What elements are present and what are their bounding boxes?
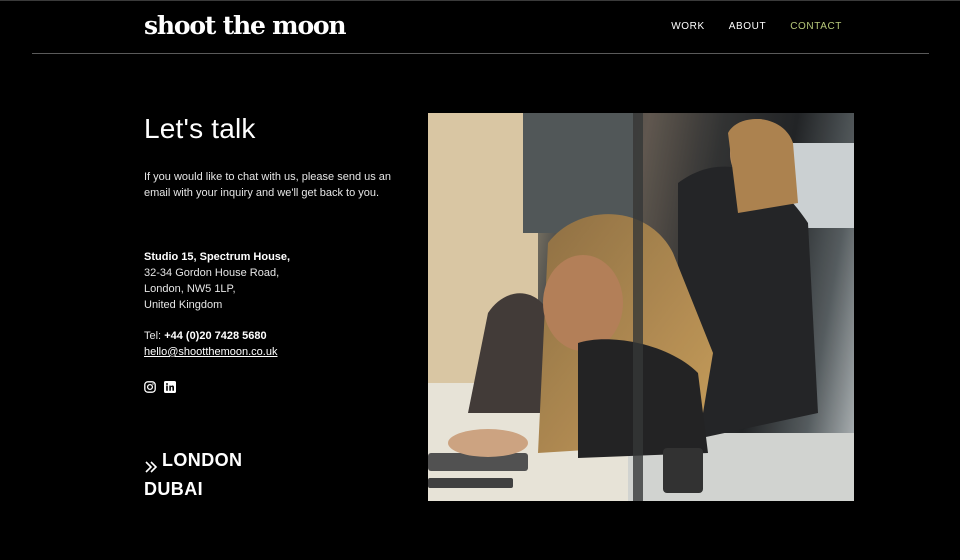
logo[interactable]: shoot the moon <box>144 11 347 40</box>
location-london[interactable]: LONDON <box>144 446 242 475</box>
nav-work[interactable]: WORK <box>671 21 705 32</box>
location-label: DUBAI <box>144 479 203 499</box>
location-dubai[interactable]: DUBAI <box>144 475 242 504</box>
nav-contact[interactable]: CONTACT <box>790 21 842 32</box>
address-line: Studio 15, Spectrum House, <box>144 251 291 263</box>
phone-number[interactable]: +44 (0)20 7428 5680 <box>164 330 266 342</box>
nav-about[interactable]: ABOUT <box>729 21 766 32</box>
double-chevron-right-icon <box>144 454 158 473</box>
phone-label: Tel: <box>144 330 162 342</box>
location-label: LONDON <box>162 450 243 470</box>
social-links <box>144 380 176 393</box>
address-block: Studio 15, Spectrum House, 32-34 Gordon … <box>144 249 290 313</box>
address-line: 32-34 Gordon House Road, <box>144 267 280 279</box>
locations-list: LONDON DUBAI <box>144 446 242 504</box>
contact-info: Let's talk If you would like to chat wit… <box>144 112 404 499</box>
address-line: United Kingdom <box>144 299 223 311</box>
page-title: Let's talk <box>144 113 256 144</box>
site-header: shoot the moon WORK ABOUT CONTACT <box>0 0 960 54</box>
email-link[interactable]: hello@shootthemoon.co.uk <box>144 346 277 358</box>
header-divider <box>32 53 929 54</box>
office-photo <box>428 113 854 501</box>
linkedin-icon[interactable] <box>164 380 176 393</box>
instagram-icon[interactable] <box>144 380 156 393</box>
address-line: London, NW5 1LP, <box>144 283 236 295</box>
contact-lines: Tel: +44 (0)20 7428 5680 hello@shootthem… <box>144 328 277 360</box>
intro-text: If you would like to chat with us, pleas… <box>144 171 392 199</box>
main-nav: WORK ABOUT CONTACT <box>671 21 842 32</box>
phone-line: Tel: +44 (0)20 7428 5680 <box>144 328 277 344</box>
